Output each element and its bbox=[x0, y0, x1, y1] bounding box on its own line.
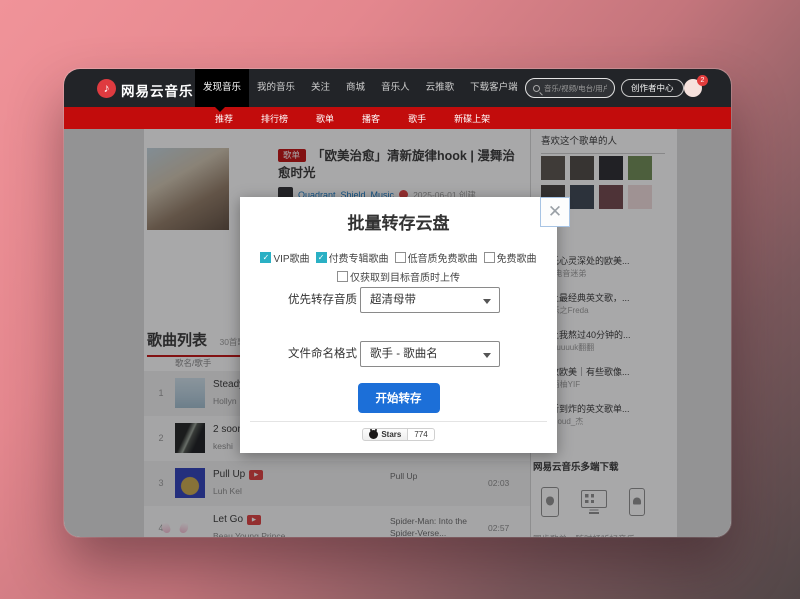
nav-item-cloud-push[interactable]: 云推歌 bbox=[418, 69, 463, 107]
checkbox-icon[interactable] bbox=[260, 252, 271, 263]
checkbox-free-songs[interactable]: 免费歌曲 bbox=[484, 250, 537, 265]
github-star-widget: Stars 774 bbox=[240, 428, 557, 441]
nav-item-store[interactable]: 商城 bbox=[338, 69, 373, 107]
start-transfer-button[interactable]: 开始转存 bbox=[358, 383, 440, 413]
checkbox-icon[interactable] bbox=[316, 252, 327, 263]
nav-item-discover[interactable]: 发现音乐 bbox=[195, 69, 249, 107]
checkbox-label: 付费专辑歌曲 bbox=[329, 250, 389, 265]
user-avatar[interactable]: 2 bbox=[684, 79, 702, 97]
browser-window: 网易云音乐 发现音乐 我的音乐 关注 商城 音乐人 云推歌 下载客户端 创作者中… bbox=[64, 69, 731, 537]
subnav-item-playlist[interactable]: 歌单 bbox=[316, 112, 334, 125]
naming-select[interactable]: 歌手 - 歌曲名 bbox=[360, 341, 500, 367]
modal-footer-divider bbox=[250, 421, 547, 422]
quality-select[interactable]: 超清母带 bbox=[360, 287, 500, 313]
batch-save-modal: ✕ 批量转存云盘 VIP歌曲 付费专辑歌曲 低音质免费歌曲 免费歌曲 仅获取到目… bbox=[240, 197, 557, 453]
subnav-item-artist[interactable]: 歌手 bbox=[408, 112, 426, 125]
search-icon bbox=[533, 85, 540, 92]
search-box[interactable] bbox=[525, 78, 615, 98]
github-octocat-icon bbox=[369, 430, 378, 439]
naming-label: 文件命名格式 bbox=[288, 341, 357, 367]
checkbox-label: 低音质免费歌曲 bbox=[408, 250, 478, 265]
checkbox-label: 仅获取到目标音质时上传 bbox=[350, 269, 460, 284]
subnav-item-recommend[interactable]: 推荐 bbox=[215, 112, 233, 125]
checkbox-vip-songs[interactable]: VIP歌曲 bbox=[260, 250, 309, 265]
checkbox-label: 免费歌曲 bbox=[497, 250, 537, 265]
quality-label: 优先转存音质 bbox=[288, 287, 357, 313]
sub-navbar: 推荐 排行榜 歌单 播客 歌手 新碟上架 bbox=[64, 107, 731, 129]
subnav-item-new-album[interactable]: 新碟上架 bbox=[454, 112, 490, 125]
active-tab-notch-icon bbox=[215, 107, 225, 112]
brand-title: 网易云音乐 bbox=[121, 80, 194, 100]
checkbox-group: VIP歌曲 付费专辑歌曲 低音质免费歌曲 免费歌曲 仅获取到目标音质时上传 bbox=[248, 250, 549, 284]
subnav-item-podcast[interactable]: 播客 bbox=[362, 112, 380, 125]
creator-center-button[interactable]: 创作者中心 bbox=[621, 79, 684, 97]
main-nav: 发现音乐 我的音乐 关注 商城 音乐人 云推歌 下载客户端 bbox=[195, 69, 526, 107]
github-star-label: Stars bbox=[381, 430, 401, 439]
checkbox-icon[interactable] bbox=[484, 252, 495, 263]
notification-badge: 2 bbox=[697, 75, 708, 86]
nav-item-my-music[interactable]: 我的音乐 bbox=[249, 69, 303, 107]
checkbox-icon[interactable] bbox=[337, 271, 348, 282]
checkbox-paid-album-songs[interactable]: 付费专辑歌曲 bbox=[316, 250, 389, 265]
top-navbar: 网易云音乐 发现音乐 我的音乐 关注 商城 音乐人 云推歌 下载客户端 创作者中… bbox=[64, 69, 731, 107]
checkbox-low-quality-free-songs[interactable]: 低音质免费歌曲 bbox=[395, 250, 478, 265]
netease-logo-icon[interactable] bbox=[97, 79, 116, 98]
subnav-item-ranking[interactable]: 排行榜 bbox=[261, 112, 288, 125]
github-star-button[interactable]: Stars bbox=[362, 428, 408, 441]
github-star-count[interactable]: 774 bbox=[408, 428, 434, 441]
nav-item-download-client[interactable]: 下载客户端 bbox=[462, 69, 526, 107]
quality-row: 优先转存音质 超清母带 bbox=[240, 287, 557, 313]
modal-title: 批量转存云盘 bbox=[240, 209, 557, 234]
search-input[interactable] bbox=[544, 84, 607, 93]
naming-row: 文件命名格式 歌手 - 歌曲名 bbox=[240, 341, 557, 367]
checkbox-icon[interactable] bbox=[395, 252, 406, 263]
checkbox-only-target-quality[interactable]: 仅获取到目标音质时上传 bbox=[337, 269, 460, 284]
nav-item-follow[interactable]: 关注 bbox=[303, 69, 338, 107]
nav-item-musician[interactable]: 音乐人 bbox=[373, 69, 418, 107]
checkbox-label: VIP歌曲 bbox=[273, 250, 309, 265]
